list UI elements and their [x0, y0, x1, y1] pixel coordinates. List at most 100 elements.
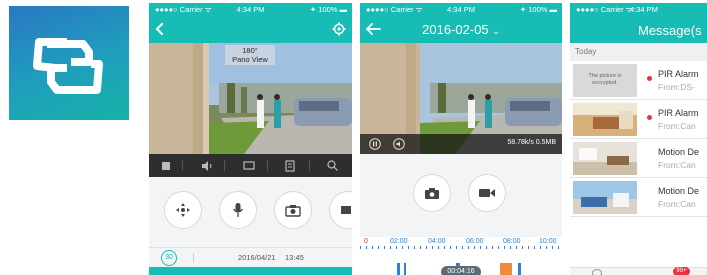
app-logo	[9, 6, 129, 120]
control-divider	[309, 160, 310, 171]
room-photo-image	[573, 181, 637, 214]
snapshot-button[interactable]	[274, 191, 312, 229]
message-source: From:Can	[658, 121, 696, 131]
message-count-badge: 99+	[673, 267, 690, 275]
timeline-cursor[interactable]: 00:04:16	[441, 266, 481, 275]
tab-icon[interactable]	[592, 269, 602, 275]
message-title: Motion De	[658, 147, 700, 157]
pano-view-label: 180° Pano View	[225, 45, 275, 65]
quality-button[interactable]	[283, 154, 297, 177]
mute-button[interactable]	[199, 154, 215, 177]
carrier-signal: ●●●●○ Carrier ᯤ	[576, 5, 633, 14]
camera-icon	[425, 187, 439, 199]
message-thumbnail: The picture is encrypted.	[573, 64, 637, 97]
timeline-tick-label: 10:00	[539, 238, 557, 245]
fullscreen-button[interactable]	[242, 154, 256, 177]
audio-button[interactable]	[392, 134, 406, 154]
speaker-icon	[202, 160, 212, 171]
chevron-down-icon: ⌄	[492, 26, 500, 36]
control-divider	[182, 160, 183, 171]
stop-button[interactable]	[159, 154, 173, 177]
pano-mode: Pano View	[232, 55, 268, 64]
alarm-segment	[500, 263, 512, 275]
unread-dot	[647, 115, 652, 120]
unread-dot	[647, 76, 652, 81]
message-item[interactable]: PIR Alarm From:Can	[570, 100, 707, 139]
message-source: From:Can	[658, 199, 696, 209]
message-thumbnail	[573, 181, 637, 214]
messages-screen: ●●●●○ Carrier ᯤ 4:34 PM Message(s Today …	[570, 3, 707, 275]
message-source: From:DS-	[658, 82, 695, 92]
message-title: Motion De	[658, 186, 700, 196]
ptz-move-icon	[176, 203, 190, 217]
record-button[interactable]	[329, 191, 352, 229]
timeline-tick-label: 02:00	[390, 238, 408, 245]
message-title: PIR Alarm	[658, 69, 699, 79]
replay-30s-button[interactable]: 30	[161, 250, 177, 266]
playback-date-title: 2016-02-05	[422, 22, 489, 37]
encrypted-notice: The picture is encrypted.	[588, 73, 622, 86]
nav-bar: 2016-02-05 ⌄	[360, 16, 562, 43]
message-item[interactable]: The picture is encrypted. PIR Alarm From…	[570, 61, 707, 100]
screen-icon	[243, 161, 255, 170]
section-header: Today	[570, 43, 707, 61]
bitrate-readout: 58.78k/s 0.5MB	[507, 139, 556, 146]
pause-icon	[369, 138, 381, 150]
microphone-icon	[232, 203, 244, 217]
pano-angle: 180°	[242, 46, 258, 55]
message-item[interactable]: Motion De From:Can	[570, 178, 707, 217]
talk-button[interactable]	[219, 191, 257, 229]
video-camera-icon	[479, 189, 495, 197]
video-control-bar	[149, 154, 352, 177]
recording-segment	[397, 263, 400, 275]
message-source: From:Can	[658, 160, 696, 170]
quality-icon	[285, 159, 295, 172]
recording-segment	[518, 263, 521, 275]
live-view-screen: ●●●●○ Carrier ᯤ 4:34 PM ✦ 100% ▬ 180° Pa…	[149, 3, 352, 275]
battery-indicator: ✦ 100% ▬	[309, 5, 347, 14]
settings-gear-icon[interactable]	[332, 22, 346, 36]
status-bar: ●●●●○ Carrier ᯤ 4:34 PM	[570, 3, 707, 16]
timeline[interactable]: 0 02:00 04:00 06:00 08:00 10:00 00:04:16	[360, 237, 562, 275]
playback-screen: ●●●●○ Carrier ᯤ 4:34 PM ✦ 100% ▬ 2016-02…	[360, 3, 562, 275]
page-title: Message(s	[638, 23, 702, 38]
snapshot-button[interactable]	[413, 174, 451, 212]
status-bar: ●●●●○ Carrier ᯤ 4:34 PM ✦ 100% ▬	[149, 3, 352, 16]
room-photo-image	[573, 142, 637, 175]
back-icon[interactable]	[153, 22, 167, 36]
playback-date[interactable]: 2016/04/21	[238, 253, 276, 262]
section-title: Today	[575, 47, 597, 56]
playback-date-row: 30 2016/04/21 13:45	[149, 247, 352, 268]
control-divider	[224, 160, 225, 171]
record-button[interactable]	[468, 174, 506, 212]
pause-button[interactable]	[368, 134, 382, 154]
replay-30s-label: 30	[165, 254, 173, 261]
date-divider	[193, 253, 194, 263]
timeline-tick-label: 04:00	[428, 238, 446, 245]
playback-time[interactable]: 13:45	[285, 253, 304, 262]
video-record-icon	[341, 206, 351, 214]
status-bar: ●●●●○ Carrier ᯤ 4:34 PM ✦ 100% ▬	[360, 3, 562, 16]
nav-bar: Message(s	[570, 16, 707, 43]
bottom-tab-bar: 99+	[570, 267, 707, 275]
recording-segment	[404, 263, 406, 275]
bottom-tab-strip	[149, 267, 352, 275]
zoom-button[interactable]	[325, 154, 339, 177]
camera-icon	[285, 204, 301, 217]
timeline-tick-label: 06:00	[466, 238, 484, 245]
stop-icon	[162, 161, 170, 170]
zoom-in-icon	[326, 160, 338, 171]
timeline-tick-label: 08:00	[503, 238, 521, 245]
nav-bar	[149, 16, 352, 43]
playback-date-selector[interactable]: 2016-02-05 ⌄	[360, 22, 562, 37]
speaker-icon	[393, 138, 405, 150]
message-item[interactable]: Motion De From:Can	[570, 139, 707, 178]
timeline-tick-label: 0	[364, 238, 368, 245]
message-thumbnail	[573, 103, 637, 136]
live-video-feed[interactable]: 180° Pano View	[149, 43, 352, 154]
playback-control-bar: 58.78k/s 0.5MB	[360, 134, 562, 154]
battery-indicator: ✦ 100% ▬	[519, 5, 557, 14]
action-panel	[149, 177, 352, 247]
ptz-button[interactable]	[164, 191, 202, 229]
status-time: 4:34 PM	[630, 5, 658, 14]
